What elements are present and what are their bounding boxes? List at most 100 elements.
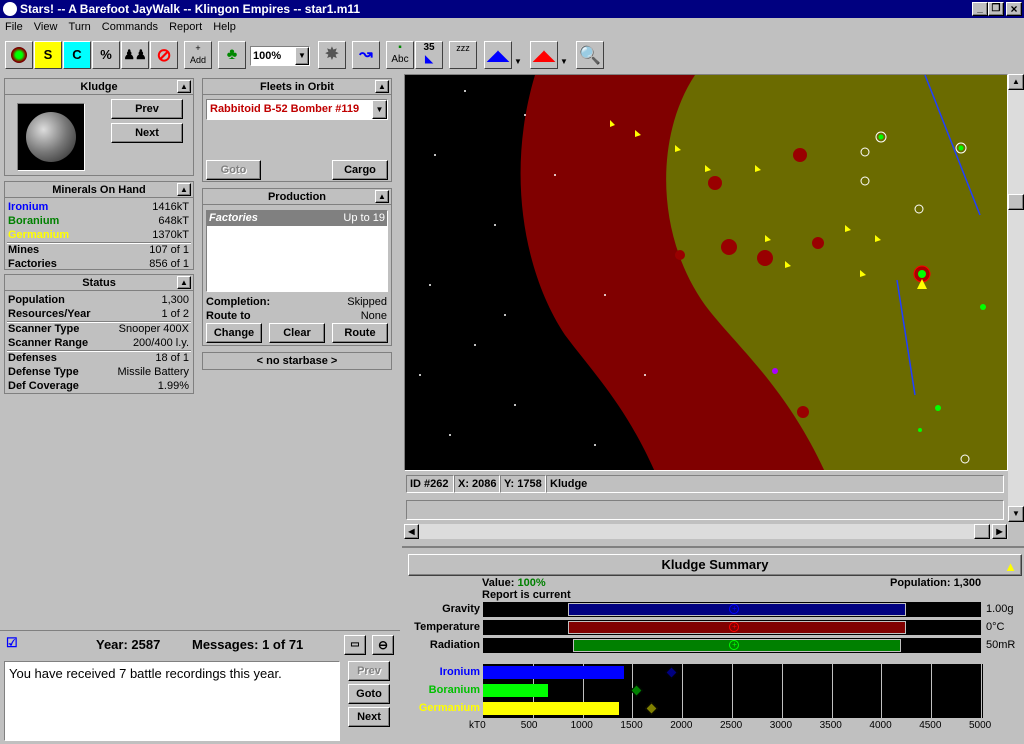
scroll-left-icon[interactable]: ◀	[404, 524, 419, 539]
map-vertical-scrollbar[interactable]: ▲ ▼	[1008, 74, 1024, 522]
s-label: S	[43, 47, 53, 62]
no-info-icon[interactable]: ⊘	[150, 41, 178, 69]
clear-button[interactable]: Clear	[269, 323, 325, 343]
status-panel: Status ▲ Population 1,300 Resources/Year 1 …	[4, 274, 194, 394]
scroll-up-icon[interactable]: ▲	[1008, 74, 1024, 90]
axis-tick-label: 2000	[670, 720, 693, 731]
scanner-icon[interactable]: ↝	[352, 41, 380, 69]
window-title-bar: Stars! -- A Barefoot JayWalk -- Klingon …	[0, 0, 1024, 18]
chevron-down-icon[interactable]: ▼	[295, 47, 309, 65]
coord-id: ID #262	[406, 475, 454, 493]
ironium-label: Ironium	[8, 201, 49, 213]
axis-tick-label: 1500	[620, 720, 643, 731]
status-key: Population	[8, 294, 65, 306]
production-title: Production	[267, 191, 327, 203]
status-key: Defense Type	[8, 366, 79, 378]
prev-message-button[interactable]: Prev	[348, 661, 390, 681]
menu-turn[interactable]: Turn	[69, 21, 91, 33]
status-value: Missile Battery	[117, 366, 189, 378]
surface-minerals-icon[interactable]: S	[34, 41, 62, 69]
status-row: Scanner Range 200/400 l.y.	[8, 336, 189, 350]
app-icon	[3, 2, 17, 16]
scroll-thumb[interactable]	[1008, 194, 1024, 210]
queue-item[interactable]: Factories Up to 19	[207, 211, 387, 226]
next-message-button[interactable]: Next	[348, 707, 390, 727]
idle-fleets-icon[interactable]: zzz	[449, 41, 477, 69]
menu-report[interactable]: Report	[169, 21, 202, 33]
factories-row: Factories 856 of 1	[8, 257, 189, 271]
grid-line	[981, 664, 982, 718]
menu-view[interactable]: View	[34, 21, 58, 33]
zoom-icon[interactable]: ⊖	[372, 635, 394, 655]
menu-commands[interactable]: Commands	[102, 21, 158, 33]
fleet-yellow-icon[interactable]: ▲	[1004, 557, 1017, 577]
cargo-button[interactable]: Cargo	[332, 160, 388, 180]
chevron-down-icon[interactable]: ▼	[560, 48, 570, 70]
next-planet-button[interactable]: Next	[111, 123, 183, 143]
goto-fleet-button[interactable]: Goto	[206, 160, 261, 180]
route-value: None	[360, 310, 387, 322]
axis-tick-label: 4000	[869, 720, 892, 731]
message-filter-icon[interactable]: ▭	[344, 635, 366, 655]
grid-line	[881, 664, 883, 718]
zoom-value: 100%	[253, 50, 282, 62]
menu-help[interactable]: Help	[213, 21, 236, 33]
zoom-select[interactable]: 100% ▼	[250, 46, 310, 66]
percent-icon[interactable]: %	[92, 41, 120, 69]
checkmark-icon[interactable]: ☑	[6, 635, 20, 650]
fleets-panel: Fleets in Orbit ▲ Rabbitoid B-52 Bomber #…	[202, 78, 392, 182]
collapse-icon[interactable]: ▲	[177, 276, 191, 289]
minimize-button[interactable]: _	[972, 2, 988, 16]
germanium-value: 1370kT	[152, 229, 189, 241]
fleet-filter-icon[interactable]: ◢◣	[484, 41, 512, 69]
collapse-icon[interactable]: ▲	[177, 80, 191, 93]
goto-message-button[interactable]: Goto	[348, 684, 390, 704]
mines-value: 107 of 1	[149, 244, 189, 256]
scroll-down-icon[interactable]: ▼	[1008, 506, 1024, 522]
mine-field-icon[interactable]: ✸	[318, 41, 346, 69]
axis-tick-label: 3500	[819, 720, 842, 731]
planet-names-icon[interactable]: ♣	[218, 41, 246, 69]
fleet-select[interactable]: Rabbitoid B-52 Bomber #119 ▼	[206, 99, 388, 120]
map-horizontal-scrollbar[interactable]: ◀ ▶	[404, 524, 1008, 539]
c-label: C	[72, 47, 82, 62]
boranium-value: 648kT	[158, 215, 189, 227]
starbase-title: < no starbase >	[256, 355, 338, 367]
planet-name-text: Kludge	[80, 81, 118, 93]
factories-value: 856 of 1	[149, 258, 189, 270]
prev-planet-button[interactable]: Prev	[111, 99, 183, 119]
collapse-icon[interactable]: ▲	[375, 80, 389, 93]
map-canvas[interactable]	[405, 75, 1008, 471]
scroll-thumb[interactable]	[974, 524, 990, 539]
message-panel: ☑ Year: 2587 Messages: 1 of 71 ▭ ⊖ You h…	[0, 630, 400, 744]
change-button[interactable]: Change	[206, 323, 262, 343]
star-map[interactable]	[404, 74, 1008, 471]
ship-names-icon[interactable]: ▪ Abc	[386, 41, 414, 69]
ironium-row: Ironium 1416kT	[8, 200, 189, 214]
planet-view-icon[interactable]	[5, 41, 33, 69]
completion-row: Completion: Skipped	[206, 295, 387, 309]
collapse-icon[interactable]: ▲	[375, 190, 389, 203]
concentration-icon[interactable]: C	[63, 41, 91, 69]
production-queue[interactable]: Factories Up to 19	[206, 210, 388, 292]
menu-file[interactable]: File	[5, 21, 23, 33]
chevron-down-icon[interactable]: ▼	[514, 48, 524, 70]
chevron-down-icon[interactable]: ▼	[372, 100, 387, 119]
collapse-icon[interactable]: ▲	[177, 183, 191, 196]
route-button[interactable]: Route	[332, 323, 388, 343]
maximize-button[interactable]: ❐	[988, 2, 1004, 16]
value-percent: 100%	[517, 577, 546, 589]
production-panel: Production ▲ Factories Up to 19 Completion…	[202, 188, 392, 346]
status-row: Scanner Type Snooper 400X	[8, 322, 189, 336]
add-waypoint-button[interactable]: + Add	[184, 41, 212, 69]
scroll-right-icon[interactable]: ▶	[992, 524, 1007, 539]
find-icon[interactable]: 🔍	[576, 41, 604, 69]
population-icon[interactable]: ♟♟	[121, 41, 149, 69]
value-row: Value: 100%	[482, 577, 546, 589]
status-key: Defenses	[8, 352, 57, 364]
enemy-filter-icon[interactable]: ◢◣	[530, 41, 558, 69]
window-title: Stars! -- A Barefoot JayWalk -- Klingon …	[20, 2, 361, 16]
fleet-count-icon[interactable]: 35 ◣	[415, 41, 443, 69]
coord-info-bar	[406, 500, 1004, 520]
close-button[interactable]: ×	[1006, 2, 1022, 16]
